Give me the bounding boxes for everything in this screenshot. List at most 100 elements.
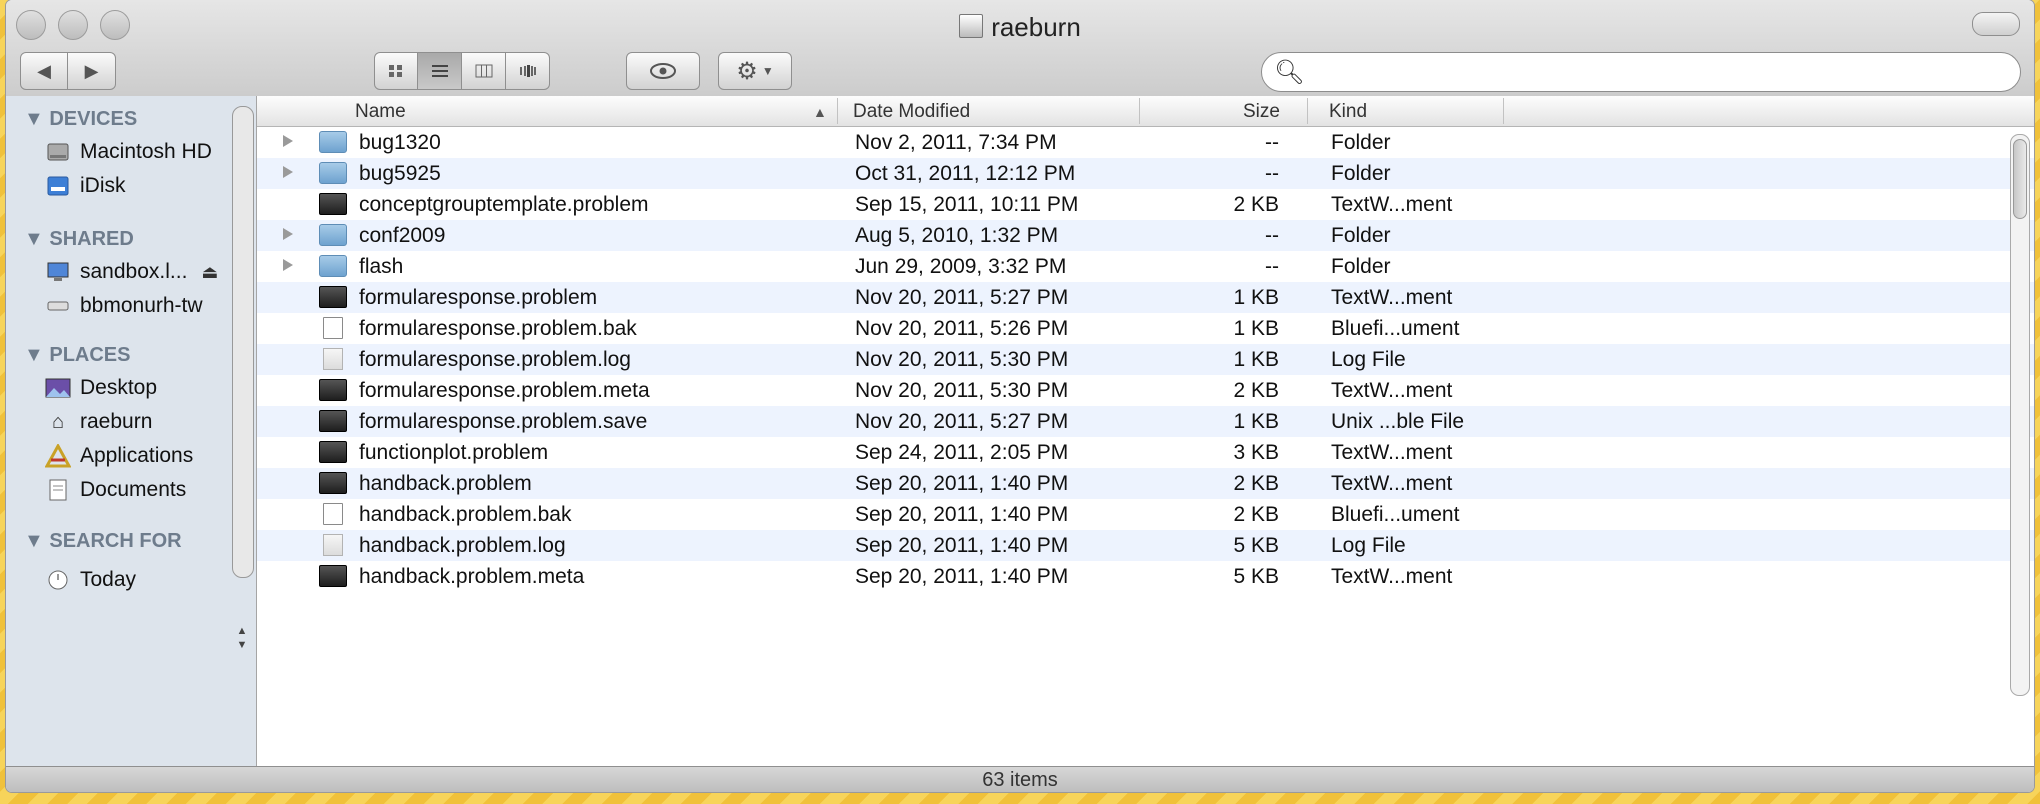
back-button[interactable]: ◀ xyxy=(20,52,68,90)
file-size: 1 KB xyxy=(1233,286,1279,309)
documents-icon xyxy=(44,478,72,502)
table-row[interactable]: formularesponse.problem.bak Nov 20, 2011,… xyxy=(257,313,2034,344)
column-header-date[interactable]: Date Modified xyxy=(853,101,970,123)
icon-view-icon xyxy=(389,65,402,77)
disclosure-triangle-icon[interactable] xyxy=(283,228,293,240)
table-row[interactable]: bug5925 Oct 31, 2011, 12:12 PM -- Folder xyxy=(257,158,2034,189)
sidebar-section-devices[interactable]: ▼ DEVICES xyxy=(24,108,137,131)
table-row[interactable]: handback.problem.meta Sep 20, 2011, 1:40 … xyxy=(257,561,2034,592)
column-view-button[interactable] xyxy=(462,52,506,90)
search-field[interactable]: 🔍︎ xyxy=(1261,52,2021,92)
file-size: -- xyxy=(1265,224,1279,247)
gear-icon: ⚙ xyxy=(736,57,758,85)
sidebar-item-today[interactable]: Today xyxy=(44,564,136,596)
file-date-modified: Sep 20, 2011, 1:40 PM xyxy=(855,565,1069,588)
table-row[interactable]: bug1320 Nov 2, 2011, 7:34 PM -- Folder xyxy=(257,127,2034,158)
sidebar-section-search-for[interactable]: ▼ SEARCH FOR xyxy=(24,530,182,553)
applications-icon xyxy=(44,444,72,468)
file-size: 5 KB xyxy=(1233,534,1279,557)
file-date-modified: Nov 20, 2011, 5:30 PM xyxy=(855,348,1069,371)
coverflow-view-button[interactable] xyxy=(506,52,550,90)
file-name: formularesponse.problem xyxy=(359,286,598,309)
table-row[interactable]: formularesponse.problem Nov 20, 2011, 5:2… xyxy=(257,282,2034,313)
nav-buttons: ◀ ▶ xyxy=(20,52,116,90)
disclosure-triangle-icon[interactable] xyxy=(283,259,293,271)
column-header-name[interactable]: Name xyxy=(355,101,406,123)
file-size: -- xyxy=(1265,162,1279,185)
file-kind: TextW...ment xyxy=(1331,472,1453,495)
table-row[interactable]: flash Jun 29, 2009, 3:32 PM -- Folder xyxy=(257,251,2034,282)
file-size: 2 KB xyxy=(1233,379,1279,402)
toolbar-toggle-button[interactable] xyxy=(1972,12,2020,36)
view-switcher xyxy=(374,52,550,90)
quick-look-button[interactable] xyxy=(626,52,700,90)
file-date-modified: Jun 29, 2009, 3:32 PM xyxy=(855,255,1067,278)
table-row[interactable]: handback.problem Sep 20, 2011, 1:40 PM 2 K… xyxy=(257,468,2034,499)
status-bar: 63 items xyxy=(6,766,2034,792)
chevron-down-icon: ▼ xyxy=(761,64,774,78)
file-name: formularesponse.problem.log xyxy=(359,348,631,371)
file-kind: Folder xyxy=(1331,255,1391,278)
sidebar-scroll-arrows[interactable]: ▲ ▼ xyxy=(232,624,252,652)
file-size: -- xyxy=(1265,255,1279,278)
executable-file-icon xyxy=(319,379,347,401)
hard-drive-icon xyxy=(44,140,72,164)
file-name: handback.problem.meta xyxy=(359,565,585,588)
table-row[interactable]: formularesponse.problem.meta Nov 20, 2011… xyxy=(257,375,2034,406)
action-menu-button[interactable]: ⚙ ▼ xyxy=(718,52,792,90)
column-header-size[interactable]: Size xyxy=(1243,101,1280,123)
file-list: Name ▲ Date Modified Size Kind bug1320 No… xyxy=(257,96,2034,766)
clock-icon xyxy=(44,568,72,592)
table-row[interactable]: handback.problem.bak Sep 20, 2011, 1:40 P… xyxy=(257,499,2034,530)
file-date-modified: Sep 20, 2011, 1:40 PM xyxy=(855,534,1069,557)
file-size: 2 KB xyxy=(1233,193,1279,216)
sidebar-item-bbmonurh-tw[interactable]: bbmonurh-tw xyxy=(44,290,203,322)
column-header-kind[interactable]: Kind xyxy=(1329,101,1367,123)
table-row[interactable]: handback.problem.log Sep 20, 2011, 1:40 P… xyxy=(257,530,2034,561)
file-name: formularesponse.problem.save xyxy=(359,410,648,433)
sidebar-scrollbar[interactable] xyxy=(232,106,254,578)
scroll-thumb[interactable] xyxy=(2013,139,2027,219)
drive-icon xyxy=(959,14,984,38)
sidebar-item-raeburn[interactable]: ⌂ raeburn xyxy=(44,406,152,438)
list-view-button[interactable] xyxy=(418,52,462,90)
table-row[interactable]: formularesponse.problem.log Nov 20, 2011,… xyxy=(257,344,2034,375)
sidebar-item-sandbox[interactable]: sandbox.l... ⏏ xyxy=(44,256,218,288)
sidebar-item-desktop[interactable]: Desktop xyxy=(44,372,157,404)
file-name: flash xyxy=(359,255,404,278)
sidebar: ▼ DEVICES Macintosh HD iDisk ▼ SHARED sa… xyxy=(6,96,257,766)
disclosure-triangle-icon[interactable] xyxy=(283,166,293,178)
file-name: formularesponse.problem.bak xyxy=(359,317,637,340)
folder-icon xyxy=(319,162,347,184)
folder-icon xyxy=(319,131,347,153)
table-row[interactable]: conceptgrouptemplate.problem Sep 15, 2011… xyxy=(257,189,2034,220)
file-size: -- xyxy=(1265,131,1279,154)
executable-file-icon xyxy=(319,441,347,463)
file-size: 1 KB xyxy=(1233,317,1279,340)
file-kind: TextW...ment xyxy=(1331,286,1453,309)
forward-button[interactable]: ▶ xyxy=(68,52,116,90)
sidebar-section-places[interactable]: ▼ PLACES xyxy=(24,344,130,367)
file-size: 2 KB xyxy=(1233,503,1279,526)
search-input[interactable] xyxy=(1312,58,1988,86)
sidebar-item-applications[interactable]: Applications xyxy=(44,440,193,472)
table-row[interactable]: conf2009 Aug 5, 2010, 1:32 PM -- Folder xyxy=(257,220,2034,251)
table-row[interactable]: functionplot.problem Sep 24, 2011, 2:05 P… xyxy=(257,437,2034,468)
document-icon xyxy=(323,317,343,339)
idisk-icon xyxy=(44,174,72,198)
file-size: 1 KB xyxy=(1233,410,1279,433)
file-list-scrollbar[interactable] xyxy=(2010,134,2030,696)
icon-view-button[interactable] xyxy=(374,52,418,90)
sidebar-item-macintosh-hd[interactable]: Macintosh HD xyxy=(44,136,212,168)
file-kind: Folder xyxy=(1331,162,1391,185)
file-date-modified: Sep 20, 2011, 1:40 PM xyxy=(855,472,1069,495)
sidebar-section-shared[interactable]: ▼ SHARED xyxy=(24,228,134,251)
executable-file-icon xyxy=(319,472,347,494)
sidebar-item-idisk[interactable]: iDisk xyxy=(44,170,126,202)
file-date-modified: Nov 2, 2011, 7:34 PM xyxy=(855,131,1057,154)
eject-icon[interactable]: ⏏ xyxy=(201,262,218,283)
table-row[interactable]: formularesponse.problem.save Nov 20, 2011… xyxy=(257,406,2034,437)
disclosure-triangle-icon[interactable] xyxy=(283,135,293,147)
file-date-modified: Nov 20, 2011, 5:27 PM xyxy=(855,410,1069,433)
sidebar-item-documents[interactable]: Documents xyxy=(44,474,186,506)
